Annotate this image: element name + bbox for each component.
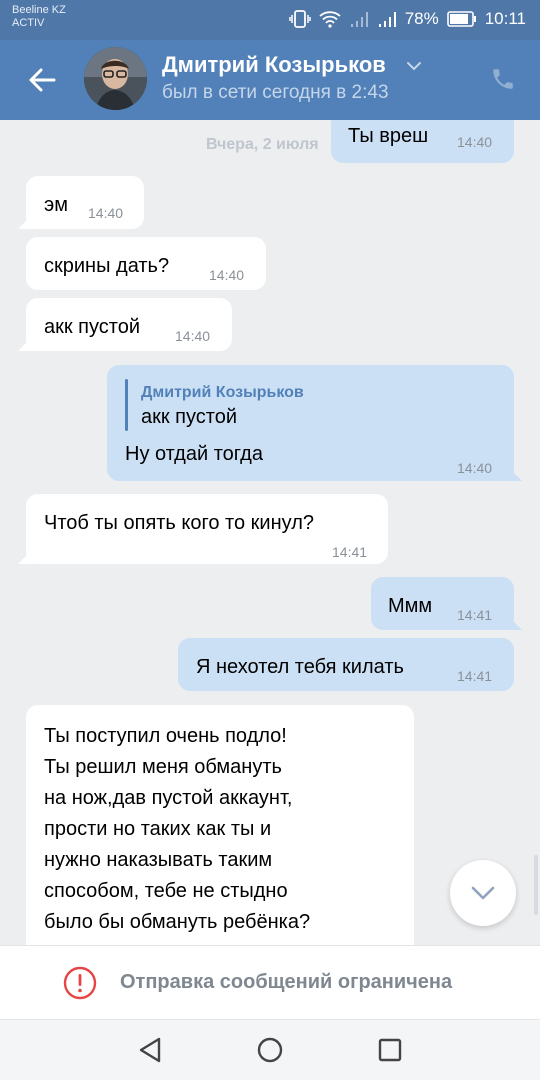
- message-text: Чтоб ты опять кого то кинул?: [44, 512, 314, 534]
- scroll-down-icon: [471, 886, 495, 900]
- message-incoming[interactable]: скрины дать? 14:40: [26, 237, 266, 290]
- message-text: эм: [44, 194, 68, 216]
- message-text: Ну отдай тогда: [125, 443, 263, 465]
- message-outgoing[interactable]: Ммм 14:41: [371, 577, 522, 630]
- message-time: 14:40: [88, 205, 124, 221]
- carrier-plan: ACTIV: [12, 17, 45, 29]
- vibrate-icon: [288, 10, 311, 28]
- battery-icon: [446, 11, 477, 27]
- message-text: Я нехотел тебя килать: [196, 656, 404, 678]
- message-outgoing[interactable]: Я нехотел тебя килать 14:41: [178, 638, 514, 691]
- back-arrow-icon: [29, 68, 56, 92]
- reply-author: Дмитрий Козырьков: [141, 384, 304, 401]
- message-time: 14:41: [332, 544, 368, 560]
- message-time: 14:40: [209, 267, 245, 283]
- contact-last-seen: был в сети сегодня в 2:43: [162, 82, 389, 103]
- signal-icon-1: [349, 10, 369, 28]
- signal-icon-2: [377, 10, 397, 28]
- wifi-icon: [319, 10, 341, 28]
- clock: 10:11: [484, 9, 526, 28]
- carrier-name: Beeline KZ: [12, 4, 66, 16]
- nav-recents-button[interactable]: [372, 1032, 408, 1068]
- battery-percent: 78%: [404, 9, 439, 28]
- messaging-restricted-bar: Отправка сообщений ограничена: [0, 945, 540, 1019]
- nav-home-button[interactable]: [252, 1032, 288, 1068]
- message-text: акк пустой: [44, 316, 141, 338]
- status-icons: 78% 10:11: [288, 8, 526, 30]
- system-navigation-bar: [0, 1019, 540, 1080]
- message-outgoing[interactable]: Ты вреш 14:40: [331, 120, 514, 163]
- back-button[interactable]: [22, 60, 62, 100]
- message-time: 14:41: [457, 668, 493, 684]
- carrier-info: Beeline KZ ACTIV: [12, 4, 66, 30]
- nav-back-icon: [139, 1037, 161, 1063]
- chevron-down-icon[interactable]: [406, 58, 422, 76]
- message-time: 14:40: [175, 328, 211, 344]
- phone-icon: [493, 69, 513, 89]
- scrollbar[interactable]: [534, 855, 538, 915]
- reply-text: акк пустой: [141, 406, 238, 428]
- message-text: скрины дать?: [44, 255, 170, 277]
- message-incoming[interactable]: эм 14:40: [18, 176, 144, 229]
- message-time: 14:41: [457, 607, 493, 623]
- nav-home-icon: [257, 1037, 283, 1063]
- message-list[interactable]: Вчера, 2 июля Ты вреш 14:40 эм 14:40 скр…: [0, 120, 540, 945]
- message-text: Ты поступил очень подло! Ты решил меня о…: [44, 725, 311, 933]
- reply-quote-bar: [125, 379, 128, 431]
- contact-name[interactable]: Дмитрий Козырьков: [162, 52, 386, 78]
- avatar[interactable]: [84, 47, 147, 110]
- message-incoming[interactable]: Ты поступил очень подло! Ты решил меня о…: [26, 705, 414, 945]
- date-separator: Вчера, 2 июля: [206, 136, 319, 153]
- scroll-down-button[interactable]: [450, 860, 516, 926]
- call-button[interactable]: [486, 62, 520, 96]
- message-time: 14:40: [457, 460, 493, 476]
- nav-recents-icon: [378, 1038, 402, 1062]
- message-text: Ты вреш: [348, 125, 429, 147]
- message-incoming[interactable]: акк пустой 14:40: [18, 298, 232, 351]
- restricted-message: Отправка сообщений ограничена: [120, 971, 453, 993]
- chat-header: Дмитрий Козырьков был в сети сегодня в 2…: [0, 40, 540, 120]
- message-text: Ммм: [388, 595, 433, 617]
- status-bar: Beeline KZ ACTIV 78% 10:11: [0, 0, 540, 40]
- message-outgoing-reply[interactable]: Дмитрий Козырьков акк пустой Ну отдай то…: [107, 365, 522, 481]
- message-time: 14:40: [457, 134, 493, 150]
- nav-back-button[interactable]: [132, 1032, 168, 1068]
- message-incoming[interactable]: Чтоб ты опять кого то кинул? 14:41: [18, 494, 388, 564]
- warning-icon: [63, 966, 97, 1000]
